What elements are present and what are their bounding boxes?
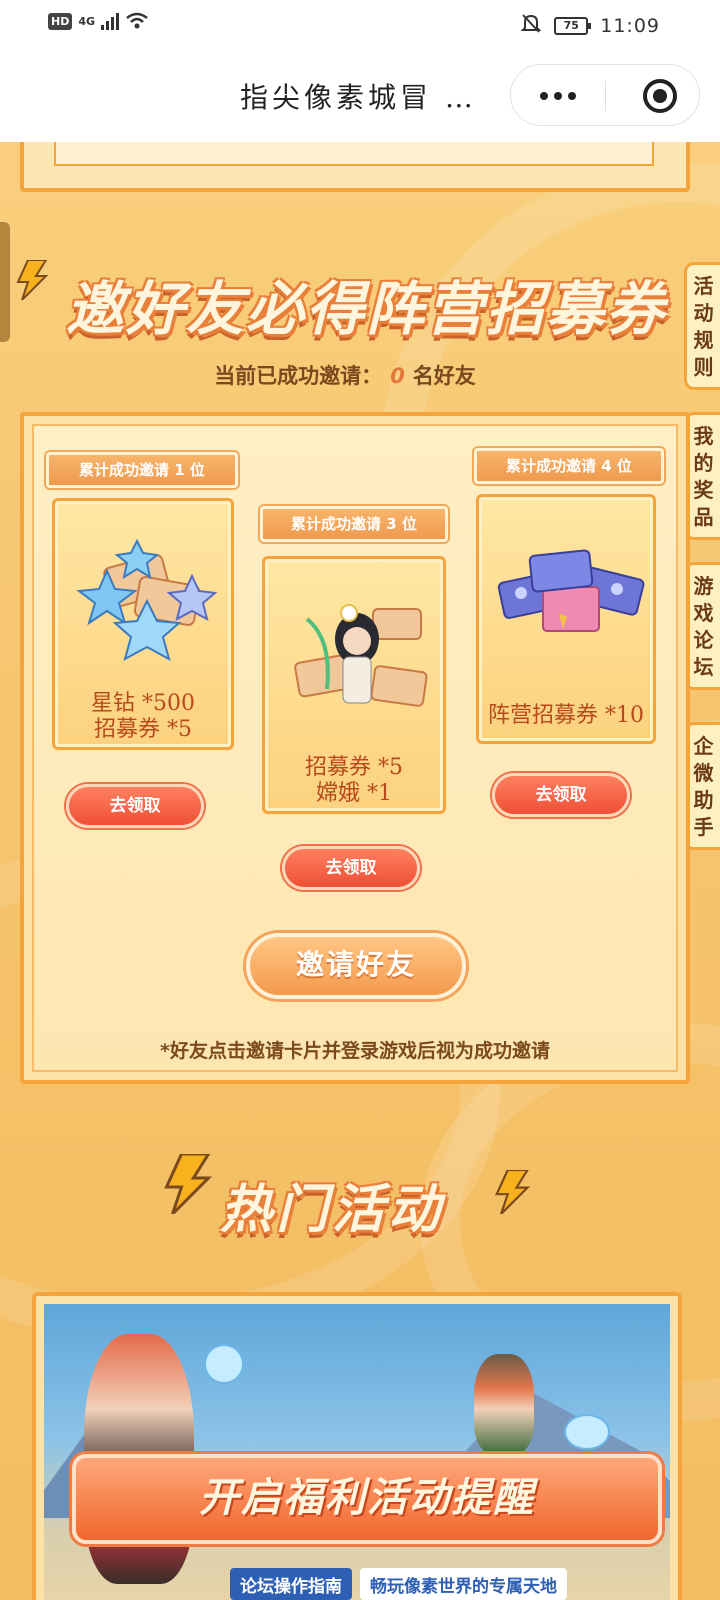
invite-friends-button[interactable]: 邀请好友 — [246, 933, 466, 999]
slime-mascot — [564, 1414, 610, 1450]
invite-section-title: 邀好友必得阵营招募券 — [65, 275, 666, 343]
change-character-and-tickets-image — [294, 604, 428, 707]
tier-3-reward-line-1: 招募券 *5 — [305, 755, 403, 780]
tier-3-badge: 累计成功邀请 3 位 — [260, 506, 448, 542]
invite-status-suffix: 名好友 — [412, 364, 476, 388]
lightning-icon — [16, 260, 48, 300]
capsule-divider — [605, 81, 606, 111]
status-bar: HD 4G 75 11:09 — [0, 0, 720, 50]
slime-mascot — [204, 1344, 244, 1384]
tier-3-claim-button[interactable]: 去领取 — [282, 846, 420, 890]
tier-3-reward-card: 招募券 *5 嫦娥 *1 — [262, 556, 446, 814]
network-type: 4G — [78, 14, 96, 28]
enable-reminder-button[interactable]: 开启福利活动提醒 — [72, 1454, 662, 1544]
tier-4-badge: 累计成功邀请 4 位 — [474, 448, 664, 484]
mini-program-nav-bar: 指尖像素城冒 … — [0, 50, 720, 142]
character-illustration-right — [474, 1354, 534, 1454]
more-dots-icon — [540, 92, 548, 100]
tier-1-reward-card: 星钻 *500 招募券 *5 — [52, 498, 234, 750]
banner-subtitle: 论坛操作指南 畅玩像素世界的专属天地 — [230, 1568, 670, 1600]
banner-subtitle-b: 畅玩像素世界的专属天地 — [360, 1568, 567, 1600]
lightning-icon — [494, 1170, 530, 1214]
lightning-icon — [164, 1154, 212, 1214]
page-title: 指尖像素城冒 … — [240, 81, 477, 114]
tier-1-reward-line-2: 招募券 *5 — [94, 717, 192, 742]
invite-status: 当前已成功邀请： 0 名好友 — [0, 360, 690, 390]
tier-1-claim-button[interactable]: 去领取 — [66, 784, 204, 828]
banner-subtitle-a: 论坛操作指南 — [230, 1568, 352, 1600]
invite-count: 0 — [390, 364, 405, 388]
hd-indicator: HD — [48, 12, 73, 30]
faction-recruit-tickets-image — [497, 549, 645, 632]
wifi-icon — [125, 12, 149, 30]
star-diamond-and-tickets-image — [76, 538, 218, 662]
banner-image: 指尖 论坛操作指南 畅玩像素世界的专属天地 开启福利活动提醒 — [44, 1304, 670, 1600]
tab-activity-rules[interactable]: 活动规则 — [684, 262, 720, 390]
tier-1-reward-line-1: 星钻 *500 — [91, 691, 195, 716]
activity-page: 邀好友必得阵营招募券 当前已成功邀请： 0 名好友 活动规则 我的奖品 游戏论坛 企… — [0, 142, 720, 1600]
battery-icon: 75 — [554, 16, 592, 35]
forum-guide-banner[interactable]: 指尖 论坛操作指南 畅玩像素世界的专属天地 开启福利活动提醒 — [32, 1292, 682, 1600]
more-button[interactable] — [511, 65, 605, 127]
signal-icon — [101, 12, 120, 30]
tier-4-reward-line-1: 阵营招募券 *10 — [488, 703, 644, 728]
tier-4-claim-button[interactable]: 去领取 — [492, 773, 630, 817]
tier-3-reward-line-2: 嫦娥 *1 — [316, 781, 392, 806]
tier-1-badge: 累计成功邀请 1 位 — [46, 452, 238, 488]
invite-status-prefix: 当前已成功邀请： — [214, 364, 383, 388]
close-mini-program-button[interactable] — [643, 79, 677, 113]
left-edge-tab[interactable] — [0, 222, 10, 342]
invite-reward-panel: 累计成功邀请 1 位 星钻 *500 招募券 *5 去领取 累计成功邀请 3 位 — [20, 412, 690, 1084]
tier-4-reward-card: 阵营招募券 *10 — [476, 494, 656, 744]
clock: 11:09 — [600, 14, 660, 37]
capsule-menu — [510, 64, 700, 126]
mute-icon — [520, 12, 542, 39]
hot-activities-title: 热门活动 — [220, 1180, 445, 1240]
invite-note: *好友点击邀请卡片并登录游戏后视为成功邀请 — [160, 1040, 550, 1062]
previous-panel — [20, 142, 690, 192]
